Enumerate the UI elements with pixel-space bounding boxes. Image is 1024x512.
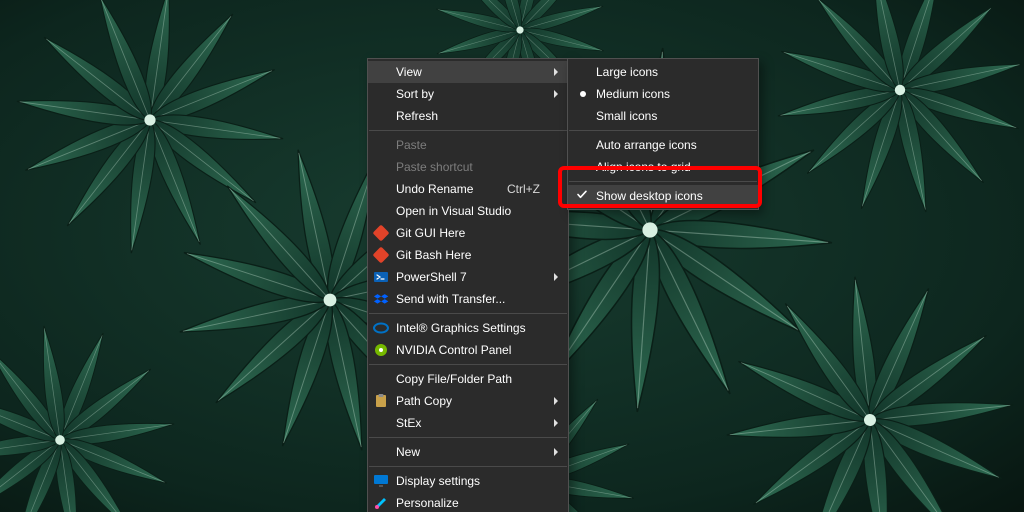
menu-item-copy-path[interactable]: Copy File/Folder Path <box>368 368 568 390</box>
menu-item-label: Display settings <box>396 474 480 488</box>
menu-item-sort-by[interactable]: Sort by <box>368 83 568 105</box>
menu-separator <box>569 130 757 131</box>
menu-item-intel-graphics[interactable]: Intel® Graphics Settings <box>368 317 568 339</box>
menu-item-label: Sort by <box>396 87 434 101</box>
paintbrush-icon <box>372 494 390 512</box>
menu-separator <box>369 130 567 131</box>
submenu-item-align-grid[interactable]: Align icons to grid <box>568 156 758 178</box>
menu-item-paste: Paste <box>368 134 568 156</box>
menu-item-powershell[interactable]: PowerShell 7 <box>368 266 568 288</box>
menu-item-label: Undo Rename <box>396 182 473 196</box>
submenu-item-auto-arrange[interactable]: Auto arrange icons <box>568 134 758 156</box>
menu-item-label: Medium icons <box>596 87 670 101</box>
menu-item-view[interactable]: View <box>368 61 568 83</box>
menu-item-personalize[interactable]: Personalize <box>368 492 568 512</box>
dropbox-icon <box>372 290 390 308</box>
git-icon <box>372 246 390 264</box>
menu-item-path-copy[interactable]: Path Copy <box>368 390 568 412</box>
nvidia-icon <box>372 341 390 359</box>
menu-item-label: Align icons to grid <box>596 160 691 174</box>
menu-separator <box>369 364 567 365</box>
menu-item-open-visual-studio[interactable]: Open in Visual Studio <box>368 200 568 222</box>
menu-item-nvidia-control-panel[interactable]: NVIDIA Control Panel <box>368 339 568 361</box>
submenu-item-show-desktop-icons[interactable]: Show desktop icons <box>568 185 758 207</box>
menu-item-label: Personalize <box>396 496 459 510</box>
menu-item-label: Git GUI Here <box>396 226 465 240</box>
menu-item-label: StEx <box>396 416 421 430</box>
submenu-item-medium-icons[interactable]: Medium icons <box>568 83 758 105</box>
menu-item-label: Send with Transfer... <box>396 292 505 306</box>
menu-item-label: Copy File/Folder Path <box>396 372 512 386</box>
monitor-icon <box>372 472 390 490</box>
menu-item-label: New <box>396 445 420 459</box>
clipboard-icon <box>372 392 390 410</box>
menu-item-label: Refresh <box>396 109 438 123</box>
radio-selected-icon <box>580 91 586 97</box>
menu-separator <box>369 437 567 438</box>
menu-item-label: Show desktop icons <box>596 189 703 203</box>
menu-item-label: Paste shortcut <box>396 160 473 174</box>
menu-item-stex[interactable]: StEx <box>368 412 568 434</box>
menu-item-git-bash[interactable]: Git Bash Here <box>368 244 568 266</box>
menu-item-label: Path Copy <box>396 394 452 408</box>
menu-item-label: Large icons <box>596 65 658 79</box>
menu-separator <box>369 466 567 467</box>
intel-icon <box>372 319 390 337</box>
menu-separator <box>369 313 567 314</box>
desktop-context-menu: View Sort by Refresh Paste Paste shortcu… <box>367 58 569 512</box>
view-submenu: Large icons Medium icons Small icons Aut… <box>567 58 759 210</box>
menu-item-new[interactable]: New <box>368 441 568 463</box>
menu-item-git-gui[interactable]: Git GUI Here <box>368 222 568 244</box>
submenu-item-small-icons[interactable]: Small icons <box>568 105 758 127</box>
git-icon <box>372 224 390 242</box>
menu-item-send-with-transfer[interactable]: Send with Transfer... <box>368 288 568 310</box>
menu-item-undo-rename[interactable]: Undo Rename Ctrl+Z <box>368 178 568 200</box>
menu-item-paste-shortcut: Paste shortcut <box>368 156 568 178</box>
menu-item-label: Paste <box>396 138 427 152</box>
menu-item-label: Git Bash Here <box>396 248 471 262</box>
menu-item-shortcut: Ctrl+Z <box>483 182 540 196</box>
menu-separator <box>569 181 757 182</box>
menu-item-label: View <box>396 65 422 79</box>
checkmark-icon <box>576 189 588 204</box>
submenu-item-large-icons[interactable]: Large icons <box>568 61 758 83</box>
menu-item-refresh[interactable]: Refresh <box>368 105 568 127</box>
menu-item-display-settings[interactable]: Display settings <box>368 470 568 492</box>
menu-item-label: Small icons <box>596 109 657 123</box>
menu-item-label: Auto arrange icons <box>596 138 697 152</box>
menu-item-label: Intel® Graphics Settings <box>396 321 526 335</box>
menu-item-label: PowerShell 7 <box>396 270 467 284</box>
menu-item-label: Open in Visual Studio <box>396 204 511 218</box>
powershell-icon <box>372 268 390 286</box>
menu-item-label: NVIDIA Control Panel <box>396 343 511 357</box>
